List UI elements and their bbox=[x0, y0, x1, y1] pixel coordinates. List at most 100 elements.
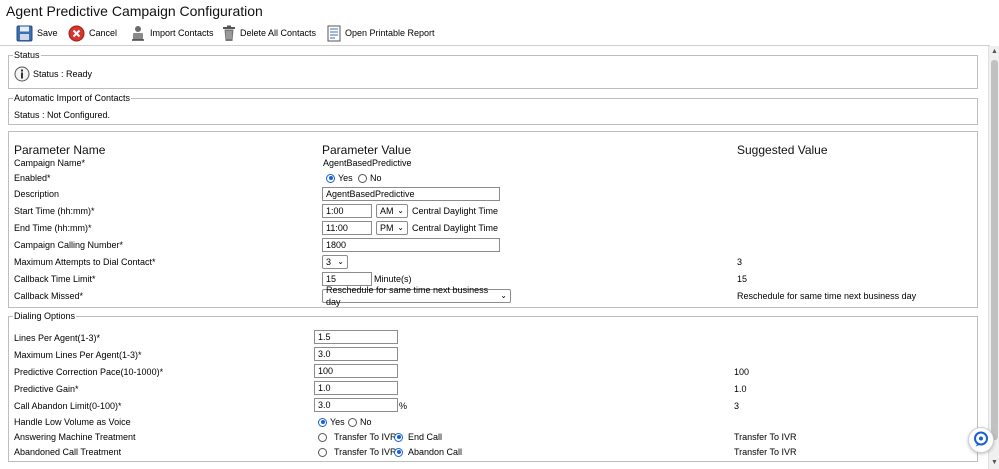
radio-selected-icon bbox=[394, 432, 403, 442]
max-attempts-label: Maximum Attempts to Dial Contact* bbox=[14, 257, 156, 267]
chevron-down-icon: ⌄ bbox=[337, 257, 344, 266]
radio-unselected-icon bbox=[318, 447, 327, 457]
description-input[interactable]: AgentBasedPredictive bbox=[322, 187, 500, 201]
max-attempts-select[interactable]: 3 ⌄ bbox=[322, 255, 348, 269]
cancel-label: Cancel bbox=[89, 28, 118, 38]
callback-time-limit-suggested: 15 bbox=[737, 274, 748, 284]
end-time-input[interactable]: 11:00 bbox=[322, 221, 372, 235]
scroll-up-icon[interactable]: ▲ bbox=[989, 46, 999, 58]
predictive-gain-input[interactable]: 1.0 bbox=[314, 381, 398, 395]
end-time-label: End Time (hh:mm)* bbox=[14, 223, 92, 233]
toolbar: Save Cancel Import Contacts Delete All C… bbox=[0, 22, 988, 44]
chat-icon bbox=[973, 431, 989, 449]
answering-machine-label: Answering Machine Treatment bbox=[14, 432, 136, 442]
radio-selected-icon bbox=[326, 173, 335, 183]
vertical-scrollbar[interactable]: ▲ ▼ bbox=[988, 46, 999, 469]
enabled-label: Enabled* bbox=[14, 173, 51, 183]
open-printable-report-label: Open Printable Report bbox=[345, 28, 435, 38]
radio-unselected-icon bbox=[358, 173, 367, 183]
end-time-zone: Central Daylight Time bbox=[412, 223, 499, 233]
radio-selected-icon bbox=[318, 417, 327, 427]
call-abandon-limit-suggested: 3 bbox=[734, 401, 740, 411]
chat-button[interactable] bbox=[968, 427, 994, 453]
automatic-import-section: Automatic Import of Contacts Status : No… bbox=[8, 93, 978, 125]
low-volume-no-label: No bbox=[360, 417, 372, 427]
parameter-value-header: Parameter Value bbox=[322, 143, 412, 157]
page-title: Agent Predictive Campaign Configuration bbox=[6, 3, 263, 19]
scroll-down-icon[interactable]: ▼ bbox=[989, 457, 999, 469]
call-abandon-limit-unit: % bbox=[399, 401, 408, 411]
lines-per-agent-input[interactable]: 1.5 bbox=[314, 330, 398, 344]
import-contacts-label: Import Contacts bbox=[150, 28, 214, 38]
answering-machine-transfer-radio[interactable]: Transfer To IVR bbox=[318, 432, 397, 442]
start-time-label: Start Time (hh:mm)* bbox=[14, 206, 95, 216]
start-time-input[interactable]: 1:00 bbox=[322, 204, 372, 218]
call-abandon-limit-input[interactable]: 3.0 bbox=[314, 398, 398, 412]
status-section: Status Status : Ready bbox=[8, 50, 978, 89]
open-printable-report-button[interactable]: Open Printable Report bbox=[327, 23, 435, 43]
campaign-calling-number-label: Campaign Calling Number* bbox=[14, 240, 124, 250]
status-text: Status : Ready bbox=[33, 69, 93, 79]
chevron-down-icon: ⌄ bbox=[397, 223, 404, 232]
dialing-options-section: Dialing Options Lines Per Agent(1-3)* 1.… bbox=[8, 311, 978, 462]
campaign-name-label: Campaign Name* bbox=[14, 158, 86, 168]
automatic-import-status: Status : Not Configured. bbox=[14, 110, 111, 120]
delete-all-contacts-label: Delete All Contacts bbox=[240, 28, 317, 38]
predictive-gain-suggested: 1.0 bbox=[734, 384, 747, 394]
chevron-down-icon: ⌄ bbox=[397, 206, 404, 215]
campaign-calling-number-input[interactable]: 1800 bbox=[322, 238, 500, 252]
report-icon bbox=[327, 25, 341, 42]
toolbar-divider bbox=[0, 45, 990, 46]
predictive-correction-pace-input[interactable]: 100 bbox=[314, 364, 398, 378]
callback-missed-value: Reschedule for same time next business d… bbox=[326, 285, 489, 307]
abandoned-call-abandon-radio[interactable]: Abandon Call bbox=[394, 447, 462, 457]
enabled-yes-radio[interactable]: Yes bbox=[326, 173, 353, 183]
scroll-thumb[interactable] bbox=[991, 60, 998, 440]
predictive-correction-pace-suggested: 100 bbox=[734, 367, 750, 377]
enabled-yes-label: Yes bbox=[338, 173, 353, 183]
low-volume-yes-radio[interactable]: Yes bbox=[318, 417, 345, 427]
handle-low-volume-label: Handle Low Volume as Voice bbox=[14, 417, 131, 427]
start-ampm-select[interactable]: AM ⌄ bbox=[376, 204, 408, 218]
callback-time-limit-unit: Minute(s) bbox=[374, 274, 412, 284]
callback-missed-select[interactable]: Reschedule for same time next business d… bbox=[322, 285, 511, 307]
cancel-button[interactable]: Cancel bbox=[68, 23, 117, 43]
max-lines-per-agent-label: Maximum Lines Per Agent(1-3)* bbox=[14, 350, 142, 360]
save-icon bbox=[16, 25, 33, 42]
callback-missed-suggested: Reschedule for same time next business d… bbox=[737, 291, 917, 301]
import-contacts-icon bbox=[130, 25, 146, 42]
abandoned-call-abandon-label: Abandon Call bbox=[408, 447, 463, 457]
parameter-name-header: Parameter Name bbox=[14, 143, 106, 157]
description-label: Description bbox=[14, 189, 60, 199]
radio-unselected-icon bbox=[318, 432, 327, 442]
end-ampm-select[interactable]: PM ⌄ bbox=[376, 221, 408, 235]
save-label: Save bbox=[37, 28, 58, 38]
answering-machine-transfer-label: Transfer To IVR bbox=[334, 432, 397, 442]
abandoned-call-suggested: Transfer To IVR bbox=[734, 447, 797, 457]
enabled-no-radio[interactable]: No bbox=[358, 173, 382, 183]
delete-all-contacts-button[interactable]: Delete All Contacts bbox=[222, 23, 316, 43]
end-ampm-value: PM bbox=[380, 223, 394, 233]
suggested-value-header: Suggested Value bbox=[737, 143, 828, 157]
automatic-import-legend: Automatic Import of Contacts bbox=[13, 93, 132, 103]
cancel-icon bbox=[68, 25, 85, 42]
save-button[interactable]: Save bbox=[16, 23, 58, 43]
info-icon bbox=[14, 66, 30, 84]
abandoned-call-transfer-radio[interactable]: Transfer To IVR bbox=[318, 447, 397, 457]
start-time-zone: Central Daylight Time bbox=[412, 206, 499, 216]
callback-time-limit-label: Callback Time Limit* bbox=[14, 274, 96, 284]
answering-machine-end-call-radio[interactable]: End Call bbox=[394, 432, 442, 442]
answering-machine-end-call-label: End Call bbox=[408, 432, 443, 442]
callback-missed-label: Callback Missed* bbox=[14, 291, 84, 301]
import-contacts-button[interactable]: Import Contacts bbox=[130, 23, 214, 43]
max-attempts-value: 3 bbox=[326, 257, 332, 267]
radio-unselected-icon bbox=[348, 417, 357, 427]
abandoned-call-transfer-label: Transfer To IVR bbox=[334, 447, 397, 457]
call-abandon-limit-label: Call Abandon Limit(0-100)* bbox=[14, 401, 122, 411]
answering-machine-suggested: Transfer To IVR bbox=[734, 432, 797, 442]
low-volume-no-radio[interactable]: No bbox=[348, 417, 372, 427]
low-volume-yes-label: Yes bbox=[330, 417, 345, 427]
predictive-gain-label: Predictive Gain* bbox=[14, 384, 79, 394]
campaign-name-value: AgentBasedPredictive bbox=[323, 158, 412, 168]
max-lines-per-agent-input[interactable]: 3.0 bbox=[314, 347, 398, 361]
